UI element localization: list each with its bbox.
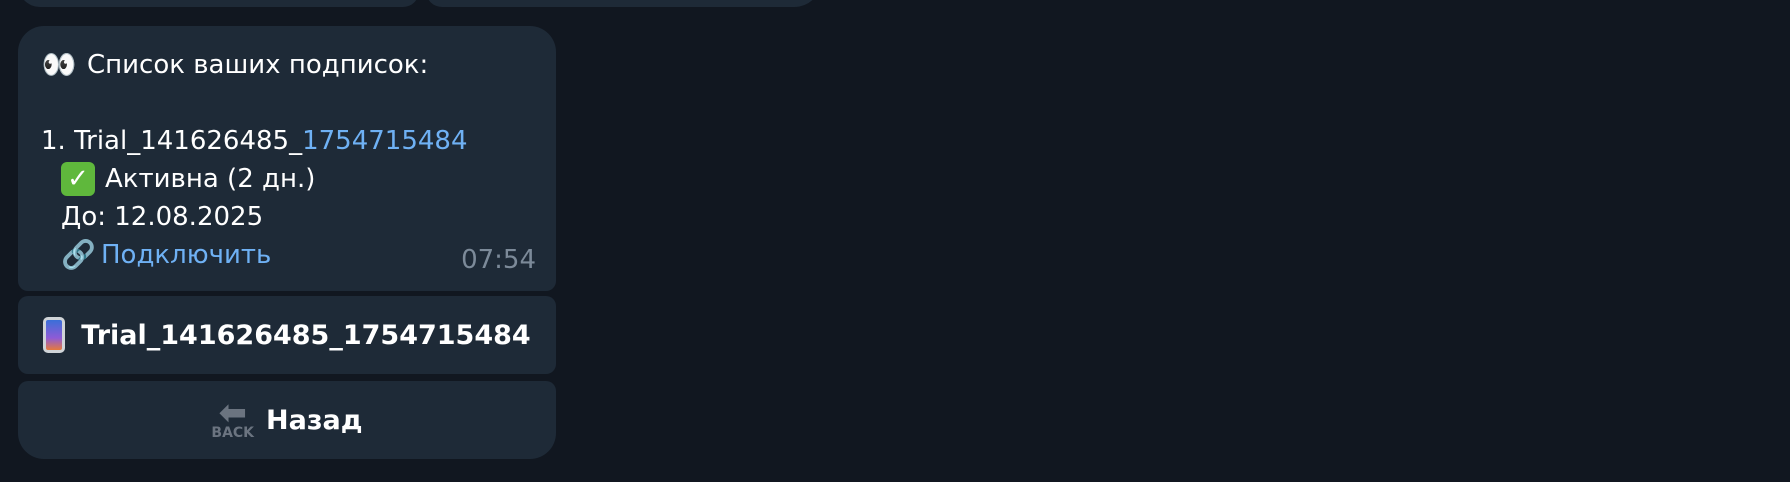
previous-keyboard-button-left[interactable] xyxy=(18,0,419,7)
link-icon: 🔗 xyxy=(61,238,96,271)
subscription-button[interactable]: Trial_141626485_1754715484 xyxy=(18,296,556,374)
subscription-button-label: Trial_141626485_1754715484 xyxy=(81,319,531,351)
mobile-phone-icon xyxy=(43,317,66,353)
check-mark-icon: ✓ xyxy=(61,162,95,196)
connect-row: 🔗 Подключить xyxy=(41,236,534,274)
previous-keyboard-button-right[interactable] xyxy=(426,0,822,7)
subscription-until: До: 12.08.2025 xyxy=(41,198,534,236)
back-button[interactable]: ⬅ BACK Назад xyxy=(18,381,556,459)
status-text: Активна (2 дн.) xyxy=(105,164,316,194)
message-bubble: 👀 Список ваших подписок: 1. Trial_1416264… xyxy=(18,26,556,291)
subscription-item: 1. Trial_141626485_ 1754715484 xyxy=(41,122,534,160)
back-button-label: Назад xyxy=(266,404,363,436)
until-text: До: 12.08.2025 xyxy=(61,202,264,232)
connect-link[interactable]: Подключить xyxy=(101,236,271,274)
message-header: 👀 Список ваших подписок: xyxy=(41,46,534,84)
message-time: 07:54 xyxy=(461,245,536,275)
subscription-name: 1. Trial_141626485_ xyxy=(41,126,303,156)
subscription-id-link[interactable]: 1754715484 xyxy=(302,122,467,160)
back-arrow-icon: ⬅ BACK xyxy=(211,393,255,441)
header-text: Список ваших подписок: xyxy=(87,50,429,80)
subscription-status: ✓ Активна (2 дн.) xyxy=(41,160,534,198)
eyes-icon: 👀 xyxy=(41,48,77,81)
